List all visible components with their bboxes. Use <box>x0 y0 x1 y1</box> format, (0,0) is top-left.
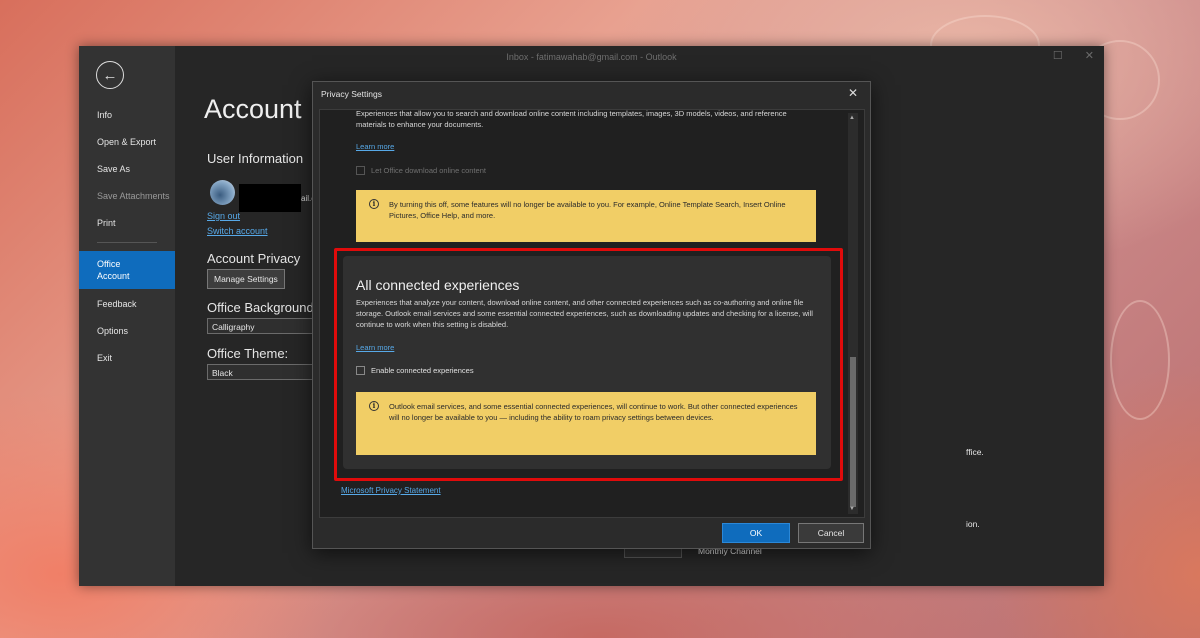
nav-item-feedback[interactable]: Feedback <box>79 298 175 310</box>
redacted-name <box>239 184 301 212</box>
ok-button[interactable]: OK <box>722 523 790 543</box>
scroll-down-icon[interactable]: ▼ <box>849 506 855 512</box>
warning-box: i By turning this off, some features wil… <box>356 190 816 242</box>
cancel-button[interactable]: Cancel <box>798 523 864 543</box>
nav-item-exit[interactable]: Exit <box>79 352 175 364</box>
office-theme-select[interactable]: Black <box>207 364 317 380</box>
switch-account-link[interactable]: Switch account <box>207 226 268 236</box>
privacy-statement-link[interactable]: Microsoft Privacy Statement <box>341 486 441 495</box>
manage-settings-button[interactable]: Manage Settings <box>207 269 285 289</box>
warning-text: By turning this off, some features will … <box>389 200 786 220</box>
user-info-heading: User Information <box>207 151 304 166</box>
nav-item-office-account[interactable]: Office Account <box>79 251 175 289</box>
info-icon: i <box>369 199 379 209</box>
nav-item-options[interactable]: Options <box>79 325 175 337</box>
scroll-up-icon[interactable]: ▲ <box>849 115 855 121</box>
text-fragment: ion. <box>966 519 980 529</box>
account-privacy-heading: Account Privacy <box>207 251 301 266</box>
download-content-checkbox-row[interactable]: Let Office download online content <box>356 166 486 175</box>
backstage-nav: ← Info Open & Export Save As Save Attach… <box>79 46 175 586</box>
page-title: Account <box>204 94 302 124</box>
arrow-left-icon: ← <box>102 66 118 84</box>
back-button[interactable]: ← <box>96 61 124 89</box>
nav-item-label: Office <box>97 259 121 269</box>
office-background-select[interactable]: Calligraphy <box>207 318 317 334</box>
nav-item-info[interactable]: Info <box>79 109 175 121</box>
nav-item-save-as[interactable]: Save As <box>79 163 175 175</box>
text-fragment: ffice. <box>966 447 984 457</box>
dialog-title: Privacy Settings <box>321 89 382 99</box>
scrollbar[interactable]: ▲ ▼ <box>848 113 858 514</box>
scroll-thumb[interactable] <box>850 357 856 507</box>
checkbox-label: Let Office download online content <box>371 166 486 175</box>
office-theme-heading: Office Theme: <box>207 346 289 361</box>
learn-more-link[interactable]: Learn more <box>356 142 394 151</box>
avatar <box>210 180 235 205</box>
nav-item-save-attachments[interactable]: Save Attachments <box>79 190 175 202</box>
close-icon[interactable]: ✕ <box>848 86 858 100</box>
wallpaper-swirl <box>1110 300 1170 420</box>
nav-divider <box>97 242 157 243</box>
sign-out-link[interactable]: Sign out <box>207 211 240 221</box>
nav-item-label: Account <box>97 271 130 281</box>
download-content-checkbox[interactable] <box>356 166 365 175</box>
office-background-heading: Office Background <box>207 300 314 315</box>
download-content-description: Experiences that allow you to search and… <box>356 109 787 129</box>
nav-item-print[interactable]: Print <box>79 217 175 229</box>
highlight-annotation <box>334 248 843 481</box>
nav-item-open-export[interactable]: Open & Export <box>79 136 175 148</box>
